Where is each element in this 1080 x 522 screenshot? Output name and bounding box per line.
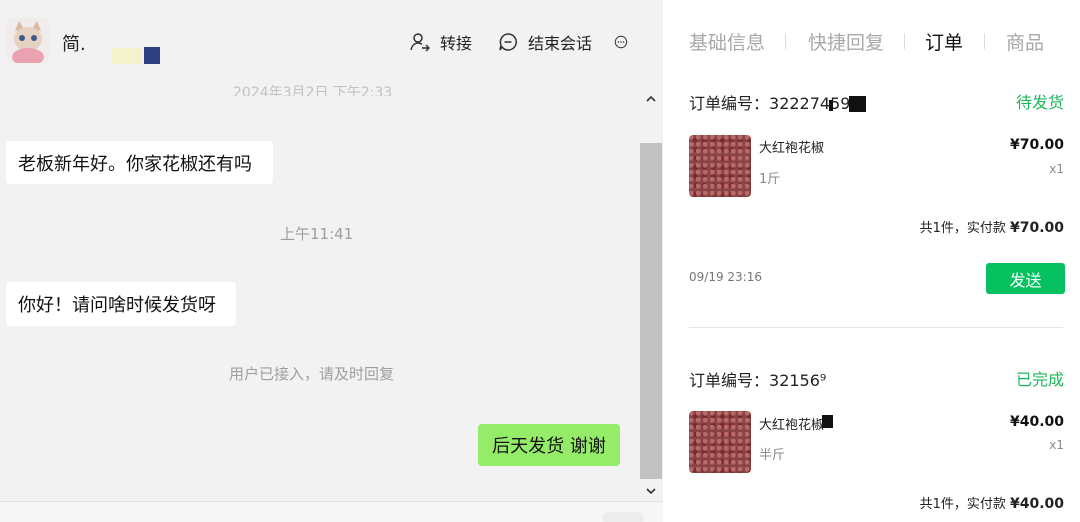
- product-name: 大红袍花椒: [759, 418, 825, 433]
- order-number: 32227459: [769, 94, 851, 113]
- user-transfer-icon: [410, 33, 430, 52]
- tab-divider: [984, 33, 985, 49]
- avatar[interactable]: [7, 17, 49, 63]
- chat-header: 简. 转接 结束会话: [0, 0, 663, 84]
- tab-quick-reply[interactable]: 快捷回复: [808, 28, 884, 55]
- message-input-area[interactable]: [0, 501, 663, 522]
- order-summary: 共1件，实付款 ¥70.00: [920, 217, 1064, 236]
- tab-divider: [785, 33, 786, 49]
- send-order-button[interactable]: 发送: [986, 263, 1065, 294]
- order-number-label: 订单编号：: [689, 371, 770, 390]
- order-status-badge: 已完成: [1015, 370, 1064, 389]
- order-summary-prefix: 共1件，实付款: [919, 497, 1010, 512]
- input-toolbar-item[interactable]: [602, 512, 644, 522]
- product-thumbnail[interactable]: [689, 411, 751, 473]
- order-summary: 共1件，实付款 ¥40.00: [920, 493, 1064, 512]
- order-number-label: 订单编号：: [689, 94, 770, 113]
- side-panel: 基础信息 快捷回复 订单 商品 订单编号：32227459 待发货 大红袍花椒 …: [663, 0, 1080, 522]
- end-chat-button[interactable]: 结束会话: [498, 28, 592, 56]
- end-chat-label: 结束会话: [528, 34, 593, 53]
- more-button[interactable]: [614, 28, 638, 56]
- transfer-label: 转接: [440, 34, 473, 53]
- message-bubble-self[interactable]: 后天发货 谢谢: [478, 424, 620, 466]
- timestamp-partial: 2024年3月2日 下午2:33: [233, 85, 393, 96]
- order-divider: [689, 327, 1063, 328]
- redaction-mask: [829, 100, 833, 111]
- tab-orders[interactable]: 订单: [925, 28, 963, 55]
- tab-basic-info[interactable]: 基础信息: [689, 28, 765, 55]
- order-number-row: 订单编号：32156⁹: [689, 367, 826, 391]
- product-spec: 半斤: [759, 448, 786, 463]
- product-spec: 1斤: [759, 172, 781, 187]
- message-bubble-customer[interactable]: 老板新年好。你家花椒还有吗: [6, 141, 273, 184]
- redaction-mask: [849, 96, 866, 112]
- system-notice: 用户已接入，请及时回复: [229, 365, 395, 383]
- redaction-mask: [822, 415, 833, 428]
- tab-divider: [904, 33, 905, 49]
- more-icon: [614, 35, 628, 49]
- product-quantity: x1: [1049, 162, 1064, 176]
- order-summary-prefix: 共1件，实付款: [919, 221, 1010, 236]
- product-price: ¥70.00: [1009, 137, 1064, 153]
- transfer-button[interactable]: 转接: [410, 28, 472, 56]
- product-price: ¥40.00: [1009, 414, 1064, 430]
- scroll-up-chevron-icon[interactable]: [644, 92, 658, 106]
- chat-panel: 简. 转接 结束会话 2024年3月2日 下午2:33 老板新年好。你家花椒还有…: [0, 0, 663, 522]
- product-name: 大红袍花椒: [759, 141, 825, 156]
- order-total: ¥40.00: [1009, 496, 1064, 512]
- order-status-badge: 待发货: [1015, 93, 1064, 112]
- order-total: ¥70.00: [1009, 220, 1064, 236]
- scroll-down-chevron-icon[interactable]: [644, 484, 658, 498]
- message-bubble-customer[interactable]: 你好！请问啥时候发货呀: [6, 282, 236, 326]
- redaction-mask: [144, 47, 160, 64]
- message-timestamp: 上午11:41: [280, 225, 354, 243]
- order-number-row: 订单编号：32227459: [689, 90, 850, 114]
- redaction-mask: [112, 48, 142, 64]
- scrollbar-thumb[interactable]: [640, 143, 662, 479]
- chat-end-icon: [499, 33, 517, 51]
- order-time: 09/19 23:16: [689, 270, 762, 284]
- user-name: 简.: [62, 34, 86, 55]
- order-number: 32156⁹: [769, 371, 827, 390]
- product-quantity: x1: [1049, 438, 1064, 452]
- product-thumbnail[interactable]: [689, 135, 751, 197]
- tab-products[interactable]: 商品: [1006, 28, 1044, 55]
